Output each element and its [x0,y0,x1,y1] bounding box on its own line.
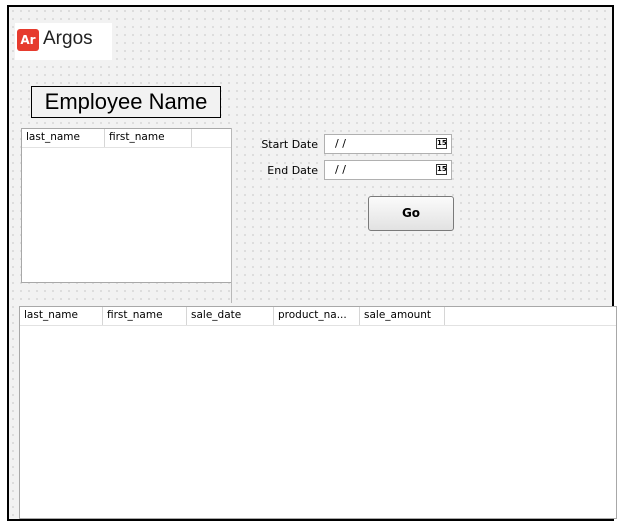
sales-col-sale-date[interactable]: sale_date [187,307,274,325]
end-date-label: End Date [267,164,318,177]
start-calendar-icon[interactable]: 15 [436,138,447,149]
start-date-label: Start Date [261,138,318,151]
start-date-value: / / [335,137,346,150]
sales-col-sale-amount[interactable]: sale_amount [360,307,445,325]
argos-logo-badge: Ar [17,29,39,51]
sales-grid-header: last_name first_name sale_date product_n… [20,307,616,326]
end-date-input[interactable]: / / 15 [324,160,452,180]
employee-name-label: Employee Name [31,86,221,118]
go-button[interactable]: Go [368,196,454,231]
start-date-input[interactable]: / / 15 [324,134,452,154]
end-calendar-icon[interactable]: 15 [436,164,447,175]
end-date-value: / / [335,163,346,176]
argos-logo-text: Argos [43,28,93,49]
employee-grid[interactable]: last_name first_name [21,128,232,283]
sales-col-last-name[interactable]: last_name [20,307,103,325]
employee-col-last-name[interactable]: last_name [22,129,105,147]
sales-col-first-name[interactable]: first_name [103,307,187,325]
employee-col-first-name[interactable]: first_name [105,129,192,147]
argos-logo: Ar Argos [15,23,112,60]
sales-col-product-name[interactable]: product_na... [274,307,360,325]
sales-grid[interactable]: last_name first_name sale_date product_n… [19,306,617,519]
panel-divider [231,128,232,303]
employee-grid-header: last_name first_name [22,129,231,148]
